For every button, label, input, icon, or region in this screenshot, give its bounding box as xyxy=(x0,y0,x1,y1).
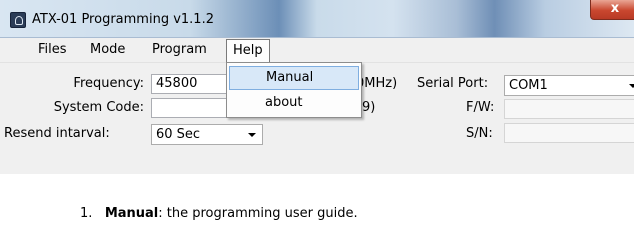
doc-list-item: 1. Manual: the programming user guide. xyxy=(80,206,358,221)
serial-port-label: Serial Port: xyxy=(417,76,489,91)
app-window: ATX-01 Programming v1.1.2 x Files Mode P… xyxy=(0,0,634,174)
fw-field xyxy=(504,99,634,119)
help-dropdown-menu: Manual about xyxy=(226,62,362,118)
menu-item-manual[interactable]: Manual xyxy=(229,66,359,90)
menu-program[interactable]: Program xyxy=(146,39,213,63)
resend-interval-select[interactable]: 60 Sec xyxy=(151,124,263,145)
frequency-label: Frequency: xyxy=(73,76,144,91)
system-code-hint: 9) xyxy=(362,100,376,115)
frequency-hint: 0MHz) xyxy=(356,76,398,91)
system-code-input[interactable] xyxy=(151,98,227,118)
serial-port-value: COM1 xyxy=(509,78,548,93)
title-bar[interactable]: ATX-01 Programming v1.1.2 x xyxy=(0,0,634,38)
fw-label: F/W: xyxy=(466,100,495,115)
close-button[interactable]: x xyxy=(590,0,634,20)
menu-files[interactable]: Files xyxy=(32,39,73,63)
window-title: ATX-01 Programming v1.1.2 xyxy=(32,12,214,27)
manual-term: Manual xyxy=(104,206,159,221)
list-number: 1. xyxy=(80,206,93,221)
system-code-label: System Code: xyxy=(53,100,144,115)
sn-field xyxy=(504,123,634,143)
menu-help[interactable]: Help xyxy=(226,39,270,63)
manual-description: : the programming user guide. xyxy=(158,206,358,221)
serial-port-select[interactable]: COM1 xyxy=(504,75,634,96)
sn-label: S/N: xyxy=(466,126,493,141)
menu-item-about[interactable]: about xyxy=(229,92,359,116)
app-icon xyxy=(10,12,26,28)
resend-interval-label: Resend intarval: xyxy=(4,126,110,141)
chevron-down-icon xyxy=(248,133,256,137)
chevron-down-icon xyxy=(629,84,634,88)
resend-interval-value: 60 Sec xyxy=(156,127,201,142)
menu-bar: Files Mode Program Help xyxy=(0,39,634,63)
frequency-input[interactable]: 45800 xyxy=(151,74,227,94)
menu-mode[interactable]: Mode xyxy=(84,39,131,63)
